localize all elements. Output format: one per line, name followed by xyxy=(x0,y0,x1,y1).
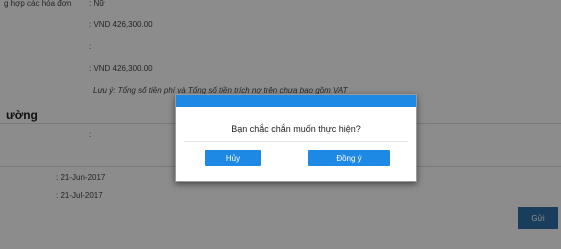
cancel-button[interactable]: Hủy xyxy=(205,150,261,166)
dialog-header xyxy=(176,95,416,107)
dialog-divider xyxy=(184,141,408,142)
confirm-dialog: Bạn chắc chắn muốn thực hiện? Hủy Đồng ý xyxy=(175,94,417,182)
dialog-message: Bạn chắc chắn muốn thực hiện? xyxy=(231,124,361,134)
confirm-button[interactable]: Đồng ý xyxy=(308,150,390,166)
